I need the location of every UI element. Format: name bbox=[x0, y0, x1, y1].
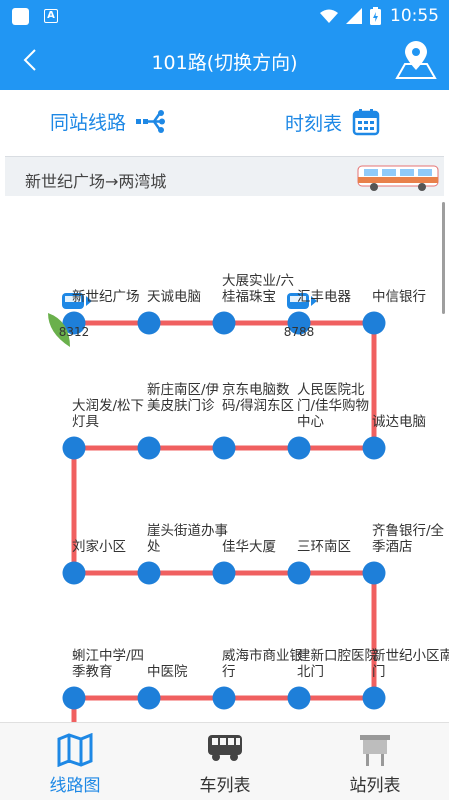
stop-dot[interactable] bbox=[62, 436, 86, 460]
stop-dot[interactable] bbox=[212, 311, 236, 335]
tab-bus-list-label: 车列表 bbox=[199, 776, 251, 796]
stop-dot[interactable] bbox=[287, 561, 311, 585]
app-notification-icon bbox=[12, 8, 29, 25]
tab-route-map[interactable]: 线路图 bbox=[0, 723, 150, 800]
map-scrollbar[interactable] bbox=[442, 202, 445, 314]
timetable-button[interactable]: 时刻表 bbox=[285, 108, 380, 136]
notification-badge-icon: A bbox=[44, 9, 58, 23]
map-pin-icon bbox=[395, 41, 437, 79]
bus-icon bbox=[208, 735, 242, 761]
stop-label[interactable]: 京东电脑数码/得润东区 bbox=[222, 382, 304, 414]
stop-dot[interactable] bbox=[362, 561, 386, 585]
bus-illustration-icon bbox=[357, 165, 439, 191]
page-title[interactable]: 101路(切换方向) bbox=[0, 48, 449, 75]
stop-label[interactable]: 新世纪小区南门 bbox=[372, 648, 449, 680]
stop-dot[interactable] bbox=[137, 686, 161, 710]
signal-icon bbox=[346, 8, 362, 24]
stop-label[interactable]: 蜊江中学/四季教育 bbox=[72, 648, 154, 680]
stop-label[interactable]: 建新口腔医院北门 bbox=[297, 648, 379, 680]
bus-id-label: 8788 bbox=[284, 325, 315, 339]
stop-label[interactable]: 中信银行 bbox=[372, 289, 449, 305]
app-bar: 101路(切换方向) bbox=[0, 32, 449, 90]
stop-dot[interactable] bbox=[287, 686, 311, 710]
route-map[interactable]: 8312 8788 新世纪广场 天诚电脑 大展实业/六桂福珠宝 汇丰电器 中信银行大润发/… bbox=[0, 196, 449, 722]
stop-label[interactable]: 人民医院北门/佳华购物中心 bbox=[297, 382, 379, 430]
stop-label[interactable]: 齐鲁银行/全季酒店 bbox=[372, 523, 449, 555]
status-bar: A 10:55 bbox=[0, 0, 449, 32]
tab-route-map-label: 线路图 bbox=[49, 776, 101, 796]
stop-label[interactable]: 中医院 bbox=[147, 664, 229, 680]
bus-stop-sign-icon bbox=[360, 735, 390, 766]
tab-station-list[interactable]: 站列表 bbox=[300, 723, 449, 800]
clock: 10:55 bbox=[390, 6, 439, 26]
bus-id-label: 8312 bbox=[59, 325, 90, 339]
stop-label[interactable]: 大润发/松下灯具 bbox=[72, 398, 154, 430]
stop-label[interactable]: 威海市商业银行 bbox=[222, 648, 304, 680]
stop-dot[interactable] bbox=[137, 561, 161, 585]
stop-label[interactable]: 新庄南区/伊美皮肤门诊 bbox=[147, 382, 229, 414]
stop-label[interactable]: 汇丰电器 bbox=[297, 289, 379, 305]
map-icon bbox=[57, 733, 93, 767]
timetable-label: 时刻表 bbox=[285, 112, 343, 135]
branch-icon bbox=[136, 109, 166, 133]
stop-label[interactable]: 崖头街道办事处 bbox=[147, 523, 229, 555]
calendar-icon bbox=[352, 109, 380, 136]
stop-dot[interactable] bbox=[212, 686, 236, 710]
same-station-lines-button[interactable]: 同站线路 bbox=[50, 108, 166, 135]
stop-dot[interactable] bbox=[362, 436, 386, 460]
tab-station-list-label: 站列表 bbox=[349, 776, 401, 796]
map-location-button[interactable] bbox=[395, 40, 437, 84]
stop-dot[interactable] bbox=[212, 436, 236, 460]
stop-label[interactable]: 刘家小区 bbox=[72, 539, 154, 555]
stop-dot[interactable] bbox=[212, 561, 236, 585]
stop-dot[interactable] bbox=[362, 311, 386, 335]
stop-dot[interactable] bbox=[137, 311, 161, 335]
stop-label[interactable]: 新世纪广场 bbox=[72, 289, 154, 305]
stop-label[interactable]: 三环南区 bbox=[297, 539, 379, 555]
stop-dot[interactable] bbox=[362, 686, 386, 710]
direction-bar: 新世纪广场→两湾城 bbox=[5, 156, 444, 196]
wifi-icon bbox=[320, 9, 338, 23]
stop-label[interactable]: 佳华大厦 bbox=[222, 539, 304, 555]
stop-label[interactable]: 天诚电脑 bbox=[147, 289, 229, 305]
stop-dot[interactable] bbox=[62, 686, 86, 710]
battery-icon bbox=[370, 7, 381, 25]
stop-dot[interactable] bbox=[137, 436, 161, 460]
stop-dot[interactable] bbox=[62, 561, 86, 585]
same-station-label: 同站线路 bbox=[50, 112, 127, 134]
stop-dot[interactable] bbox=[287, 436, 311, 460]
route-direction: 新世纪广场→两湾城 bbox=[25, 172, 167, 191]
action-row: 同站线路 时刻表 bbox=[0, 90, 449, 156]
tab-bus-list[interactable]: 车列表 bbox=[150, 723, 300, 800]
bottom-tab-bar: 线路图 车列表 站列表 bbox=[0, 722, 449, 800]
stop-label[interactable]: 诚达电脑 bbox=[372, 414, 449, 430]
stop-label[interactable]: 大展实业/六桂福珠宝 bbox=[222, 273, 304, 305]
